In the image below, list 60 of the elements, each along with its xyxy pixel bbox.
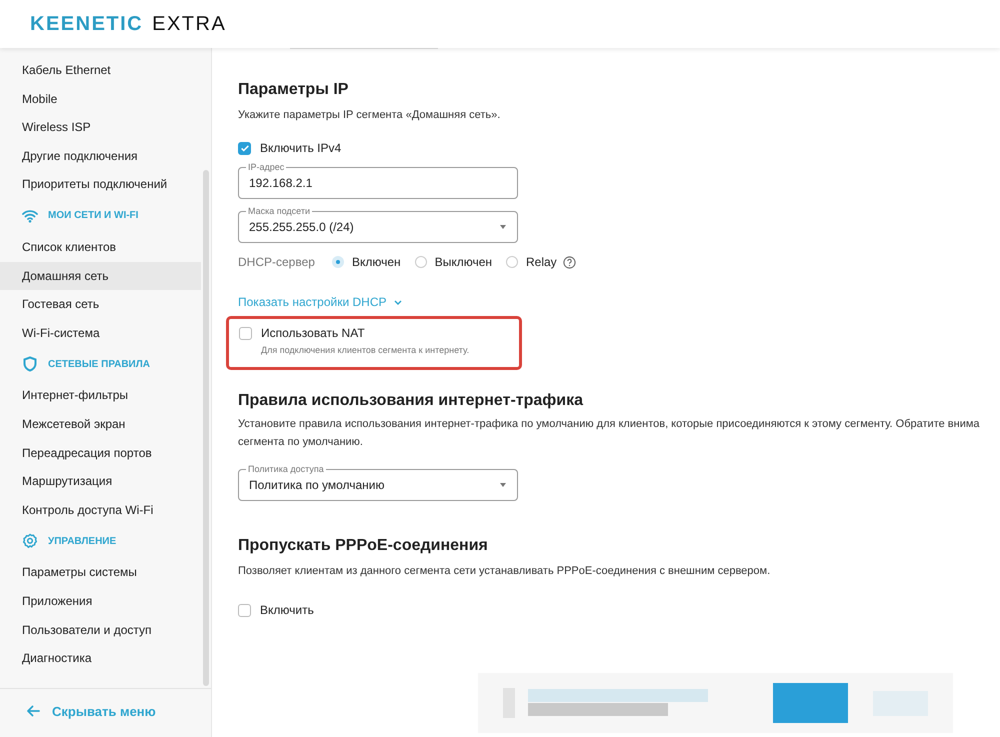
sidebar-item[interactable]: Список клиентов: [0, 232, 201, 262]
sidebar-item[interactable]: Диагностика: [0, 644, 201, 673]
sidebar-item[interactable]: Приложения: [0, 586, 201, 616]
caret-icon: [500, 225, 506, 229]
radio-label: Выключен: [434, 255, 492, 269]
caret-icon: [500, 483, 506, 487]
logo-model: EXTRA: [152, 12, 226, 36]
scrollbar[interactable]: [203, 170, 209, 686]
section-heading: МОИ СЕТИ И WI-FI: [48, 210, 138, 222]
logo-brand: KEENETIC: [30, 12, 144, 36]
chevron-down-icon: [394, 300, 402, 304]
field-label: Маска подсети: [246, 205, 312, 217]
radio-button[interactable]: [506, 256, 518, 268]
section-description: Установите правила использования интернет-трафика по умолчанию для клиентов, которые присоединяются к этому сегменту. Обратите внима: [238, 418, 981, 430]
checkbox[interactable]: [238, 604, 251, 616]
checkbox-label: Включить: [260, 603, 314, 617]
field-value: 192.168.2.1: [249, 176, 312, 190]
section-title: Параметры IP: [238, 81, 350, 99]
settings-icon: [22, 533, 38, 550]
sidebar-item[interactable]: Wireless ISP: [0, 113, 201, 142]
field-label: IP-адрес: [246, 161, 286, 173]
sidebar-item[interactable]: Другие подключения: [0, 142, 201, 170]
field-label: Политика доступа: [246, 463, 326, 475]
field-value: Политика по умолчанию: [249, 478, 384, 492]
sidebar-item[interactable]: Mobile: [0, 84, 201, 114]
section-heading: СЕТЕВЫЕ ПРАВИЛА: [48, 358, 150, 370]
dhcp-server-label: DHCP-сервер: [238, 255, 316, 269]
sidebar-item[interactable]: Wi-Fi-система: [0, 318, 201, 348]
wifi-icon: [22, 208, 38, 223]
sidebar-item[interactable]: Кабель Ethernet: [0, 56, 201, 85]
checkbox-label: Использовать NAT: [261, 326, 365, 340]
sidebar-item[interactable]: Гостевая сеть: [0, 290, 201, 319]
help-icon[interactable]: [562, 256, 576, 268]
sidebar-item[interactable]: Приоритеты подключений: [0, 170, 201, 199]
sidebar-item[interactable]: Переадресация портов: [0, 438, 201, 468]
checkbox-hint: Для подключения клиентов сегмента к интернету.: [261, 345, 470, 355]
sidebar-item[interactable]: Параметры системы: [0, 558, 201, 587]
field-value: 255.255.255.0 (/24): [249, 220, 354, 234]
sidebar-item[interactable]: Маршрутизация: [0, 467, 201, 496]
radio-button[interactable]: [332, 256, 344, 268]
section-title: Пропускать PPPoE-соединения: [238, 537, 489, 555]
section-heading: УПРАВЛЕНИЕ: [48, 536, 116, 547]
section-description: Позволяет клиентам из данного сегмента сети устанавливать PPPoE-соединения с внешним сервером.: [238, 565, 772, 577]
radio-button[interactable]: [414, 256, 427, 268]
radio-label: Включен: [352, 255, 401, 269]
radio-label: Relay: [526, 255, 557, 269]
hide-menu-label: Скрывать меню: [52, 704, 156, 718]
sidebar-item[interactable]: Контроль доступа Wi-Fi: [0, 496, 201, 524]
checkbox-label: Включить IPv4: [260, 141, 342, 155]
checkbox[interactable]: [238, 142, 251, 154]
section-description: Укажите параметры IP сегмента «Домашняя сеть».: [238, 109, 502, 121]
checkbox[interactable]: [239, 326, 252, 340]
sidebar-item[interactable]: Межсетевой экран: [0, 410, 201, 439]
shield-icon: [22, 356, 38, 372]
sidebar-item[interactable]: Пользователи и доступ: [0, 616, 201, 644]
section-description: сегмента по умолчанию.: [238, 436, 364, 448]
arrow-left-icon: [26, 705, 40, 717]
sidebar-item[interactable]: Домашняя сеть: [0, 262, 201, 290]
section-title: Правила использования интернет-трафика: [238, 392, 584, 410]
sidebar-item[interactable]: Интернет-фильтры: [0, 381, 201, 410]
